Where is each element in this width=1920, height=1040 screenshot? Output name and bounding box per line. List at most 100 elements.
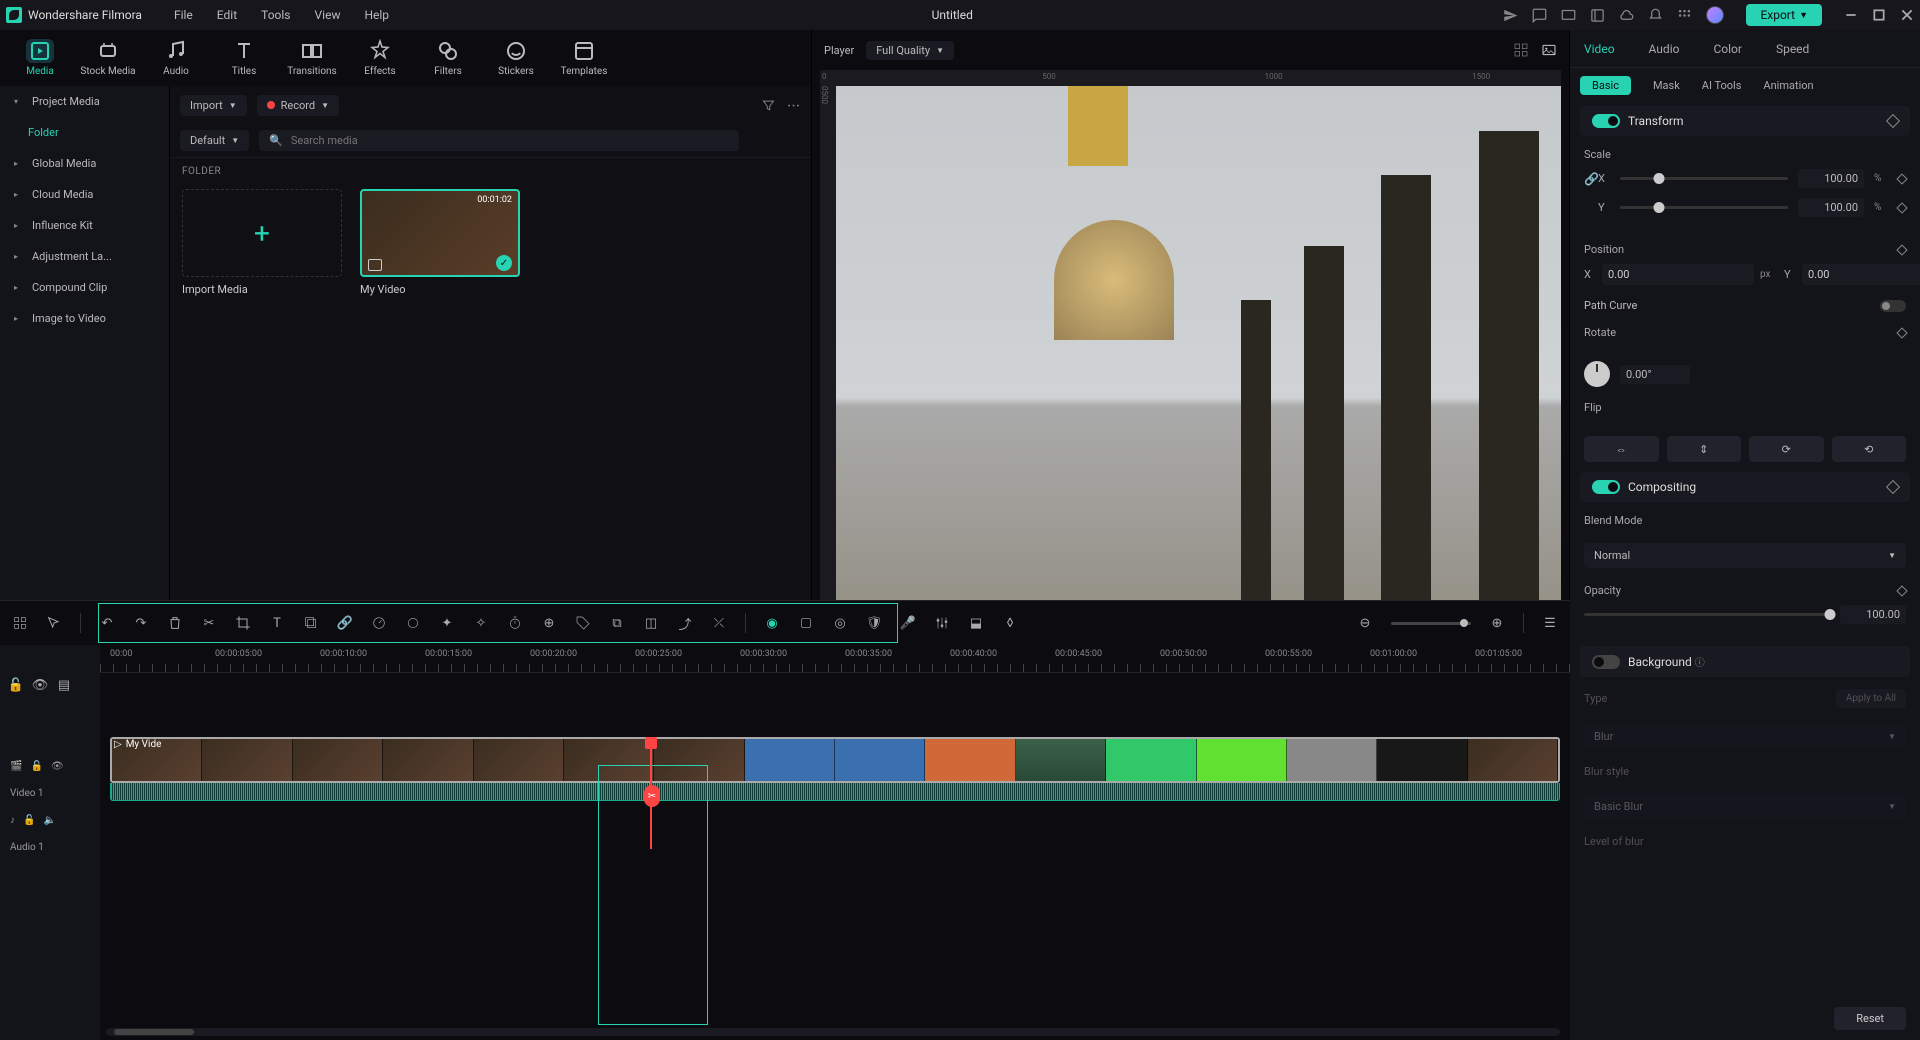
reset-button[interactable]: Reset <box>1834 1007 1906 1030</box>
close-icon[interactable] <box>1900 8 1914 22</box>
menu-view[interactable]: View <box>303 8 353 22</box>
keyframe-icon[interactable] <box>1886 480 1900 494</box>
tab-templates[interactable]: Templates <box>556 36 612 80</box>
eye-icon[interactable]: 👁 <box>51 761 64 772</box>
scale-x-slider[interactable] <box>1620 177 1788 180</box>
section-compositing[interactable]: Compositing <box>1580 472 1910 502</box>
record-dropdown[interactable]: Record▼ <box>257 95 339 116</box>
media-clip[interactable]: 00:01:02 ✓ My Video <box>360 189 520 296</box>
lock-icon[interactable]: 🔓 <box>30 761 42 772</box>
keyframe-icon[interactable] <box>1896 327 1907 338</box>
tab-media[interactable]: Media <box>12 36 68 80</box>
audio-track[interactable] <box>100 809 1570 849</box>
sort-default[interactable]: Default▼ <box>180 130 249 151</box>
nav-folder[interactable]: Folder <box>0 117 169 148</box>
mic-icon[interactable]: 🎤 <box>900 615 916 631</box>
minimize-icon[interactable] <box>1844 8 1858 22</box>
section-transform[interactable]: Transform <box>1580 106 1910 136</box>
nav-influence[interactable]: ▸Influence Kit <box>0 210 169 241</box>
insp-tab-audio[interactable]: Audio <box>1645 42 1684 56</box>
link-icon[interactable]: 🔗 <box>337 615 353 631</box>
insp-sub-anim[interactable]: Animation <box>1763 79 1813 92</box>
cut-marker-icon[interactable]: ✂ <box>644 785 660 807</box>
lock-all-icon[interactable]: 🔓 <box>8 677 24 693</box>
insp-sub-ai[interactable]: AI Tools <box>1702 79 1742 92</box>
marker-icon[interactable]: ◊ <box>1002 615 1018 631</box>
nav-project-media[interactable]: ▾Project Media <box>0 86 169 117</box>
background-toggle[interactable] <box>1592 655 1620 669</box>
split-view-icon[interactable]: ◫ <box>643 615 659 631</box>
unlink-icon[interactable]: ⤫ <box>711 615 727 631</box>
link-icon[interactable]: 🔗 <box>1584 169 1598 189</box>
effects-icon[interactable]: ✧ <box>473 615 489 631</box>
mute-all-icon[interactable]: 👁 <box>32 677 48 693</box>
mute-icon[interactable]: 🔈 <box>43 815 55 826</box>
green-screen-icon[interactable]: ◉ <box>764 615 780 631</box>
select-icon[interactable] <box>46 615 62 631</box>
nav-img2vid[interactable]: ▸Image to Video <box>0 303 169 334</box>
menu-edit[interactable]: Edit <box>205 8 249 22</box>
keyframe-icon[interactable] <box>1886 114 1900 128</box>
keyframe-icon[interactable] <box>1896 173 1907 184</box>
track-add-icon[interactable]: ▤ <box>56 677 72 693</box>
time-ruler[interactable]: 00:00 00:00:05:00 00:00:10:00 00:00:15:0… <box>100 645 1570 673</box>
nav-global[interactable]: ▸Global Media <box>0 148 169 179</box>
delete-icon[interactable] <box>167 615 183 631</box>
nav-cloud[interactable]: ▸Cloud Media <box>0 179 169 210</box>
lock-icon[interactable]: 🔓 <box>23 815 35 826</box>
zoom-out-icon[interactable]: ⊖ <box>1357 615 1373 631</box>
menu-help[interactable]: Help <box>352 8 401 22</box>
scale-x-value[interactable]: 100.00 <box>1798 169 1864 188</box>
import-slot[interactable]: + Import Media <box>182 189 342 296</box>
insp-tab-color[interactable]: Color <box>1709 42 1745 56</box>
apps-icon[interactable] <box>1677 8 1692 23</box>
compositing-toggle[interactable] <box>1592 480 1620 494</box>
cut-icon[interactable]: ✂ <box>201 615 217 631</box>
group-icon[interactable]: ⧉ <box>609 615 625 631</box>
record-vo-icon[interactable]: ◎ <box>832 615 848 631</box>
grid-view-icon[interactable] <box>1513 42 1529 58</box>
import-dropdown[interactable]: Import▼ <box>180 95 247 116</box>
keyframe-icon[interactable] <box>1896 244 1907 255</box>
tab-titles[interactable]: Titles <box>216 36 272 80</box>
insp-tab-video[interactable]: Video <box>1580 42 1619 56</box>
export-clip-icon[interactable]: ⬓ <box>968 615 984 631</box>
pos-x-input[interactable] <box>1602 264 1754 285</box>
tab-transitions[interactable]: Transitions <box>284 36 340 80</box>
copy-icon[interactable] <box>303 615 319 631</box>
message-icon[interactable] <box>1532 8 1547 23</box>
cloud-icon[interactable] <box>1619 8 1634 23</box>
tab-filters[interactable]: Filters <box>420 36 476 80</box>
pos-y-input[interactable] <box>1802 264 1920 285</box>
apply-all-button[interactable]: Apply to All <box>1836 689 1906 708</box>
menu-tools[interactable]: Tools <box>249 8 302 22</box>
maximize-icon[interactable] <box>1872 8 1886 22</box>
rotate-cw-button[interactable]: ⟳ <box>1749 436 1824 462</box>
nav-compound[interactable]: ▸Compound Clip <box>0 272 169 303</box>
track-motion-icon[interactable]: ⊕ <box>541 615 557 631</box>
stopwatch-icon[interactable] <box>507 615 523 631</box>
magnet-icon[interactable] <box>12 615 28 631</box>
insp-tab-speed[interactable]: Speed <box>1772 42 1813 56</box>
tab-effects[interactable]: Effects <box>352 36 408 80</box>
video-track-header[interactable]: 🎬🔓👁 <box>0 753 100 780</box>
menu-file[interactable]: File <box>162 8 205 22</box>
detach-icon[interactable]: ⤴ <box>677 615 693 631</box>
image-view-icon[interactable] <box>1541 42 1557 58</box>
export-button[interactable]: Export▼ <box>1746 4 1822 26</box>
video-track[interactable]: ▷My Vide <box>100 737 1570 803</box>
notify-icon[interactable] <box>1648 8 1663 23</box>
section-background[interactable]: Background ⓘ <box>1580 646 1910 677</box>
nav-adjustment[interactable]: ▸Adjustment La... <box>0 241 169 272</box>
mixer-icon[interactable] <box>934 615 950 631</box>
scale-y-slider[interactable] <box>1620 206 1788 209</box>
insp-sub-basic[interactable]: Basic <box>1580 76 1631 95</box>
color-icon[interactable] <box>405 615 421 631</box>
keyframe-icon[interactable] <box>1896 202 1907 213</box>
zoom-in-icon[interactable]: ⊕ <box>1489 615 1505 631</box>
blend-select[interactable]: Normal▼ <box>1584 543 1906 568</box>
rotate-value[interactable]: 0.00° <box>1620 365 1690 384</box>
rotate-wheel[interactable] <box>1584 361 1610 387</box>
path-curve-toggle[interactable] <box>1880 300 1906 312</box>
enhance-icon[interactable]: ✦ <box>439 615 455 631</box>
